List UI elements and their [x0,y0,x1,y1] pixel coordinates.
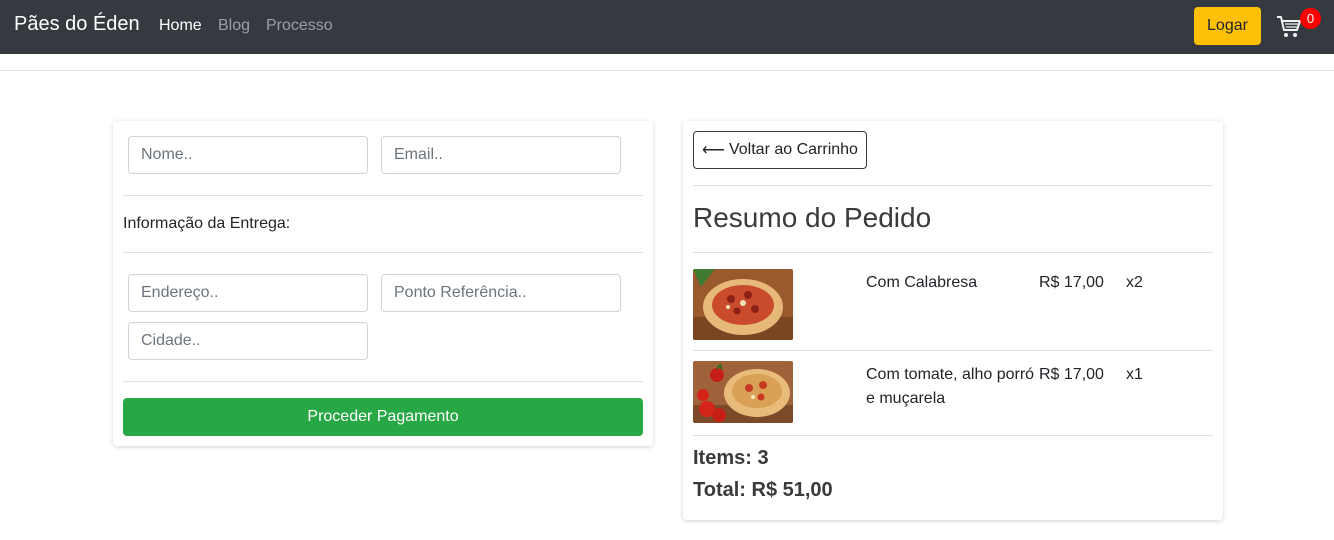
back-to-cart-button[interactable]: ⟵ Voltar ao Carrinho [693,131,867,169]
address-input[interactable] [128,274,368,312]
order-summary-title: Resumo do Pedido [693,202,932,233]
order-total: Total: R$ 51,00 [693,479,833,501]
email-input[interactable] [381,136,621,174]
arrow-left-icon: ⟵ [702,142,725,159]
summary-divider [693,252,1213,253]
brand-logo[interactable]: Pães do Éden [14,13,140,36]
item-quantity: x2 [1126,274,1143,291]
shopping-cart-icon[interactable] [1276,14,1302,40]
checkout-form-card: Informação da Entrega: Proceder Pagament… [113,121,653,446]
items-count: Items: 3 [693,447,769,469]
form-divider [123,381,643,382]
back-to-cart-label: Voltar ao Carrinho [728,141,858,158]
item-name: Com Calabresa [866,274,978,291]
item-price: R$ 17,00 [1039,366,1104,383]
nav-link-blog[interactable]: Blog [218,17,250,35]
header-divider [0,70,1334,71]
form-divider [123,252,643,253]
summary-divider [693,185,1213,186]
order-item-row: Com tomate, alho porró e muçarela R$ 17,… [693,361,1213,423]
summary-divider [693,435,1213,436]
delivery-info-label: Informação da Entrega: [123,215,291,232]
top-navbar: Pães do Éden Home Blog Processo Logar 0 [0,0,1334,54]
calabresa-bread-photo [693,269,793,340]
nav-link-processo[interactable]: Processo [266,17,333,35]
name-input[interactable] [128,136,368,174]
order-summary-card: ⟵ Voltar ao Carrinho Resumo do Pedido Co… [683,121,1223,520]
item-quantity: x1 [1126,366,1143,383]
tomato-bread-photo [693,361,793,423]
item-price: R$ 17,00 [1039,274,1104,291]
nav-link-home[interactable]: Home [159,17,202,35]
reference-input[interactable] [381,274,621,312]
proceed-payment-button[interactable]: Proceder Pagamento [123,398,643,436]
item-name: Com tomate, alho porró e muçarela [866,366,1035,407]
city-input[interactable] [128,322,368,360]
login-button[interactable]: Logar [1194,7,1261,45]
form-divider [123,195,643,196]
order-item-row: Com Calabresa R$ 17,00 x2 [693,269,1213,341]
summary-divider [693,350,1213,351]
cart-count-badge: 0 [1300,8,1321,29]
